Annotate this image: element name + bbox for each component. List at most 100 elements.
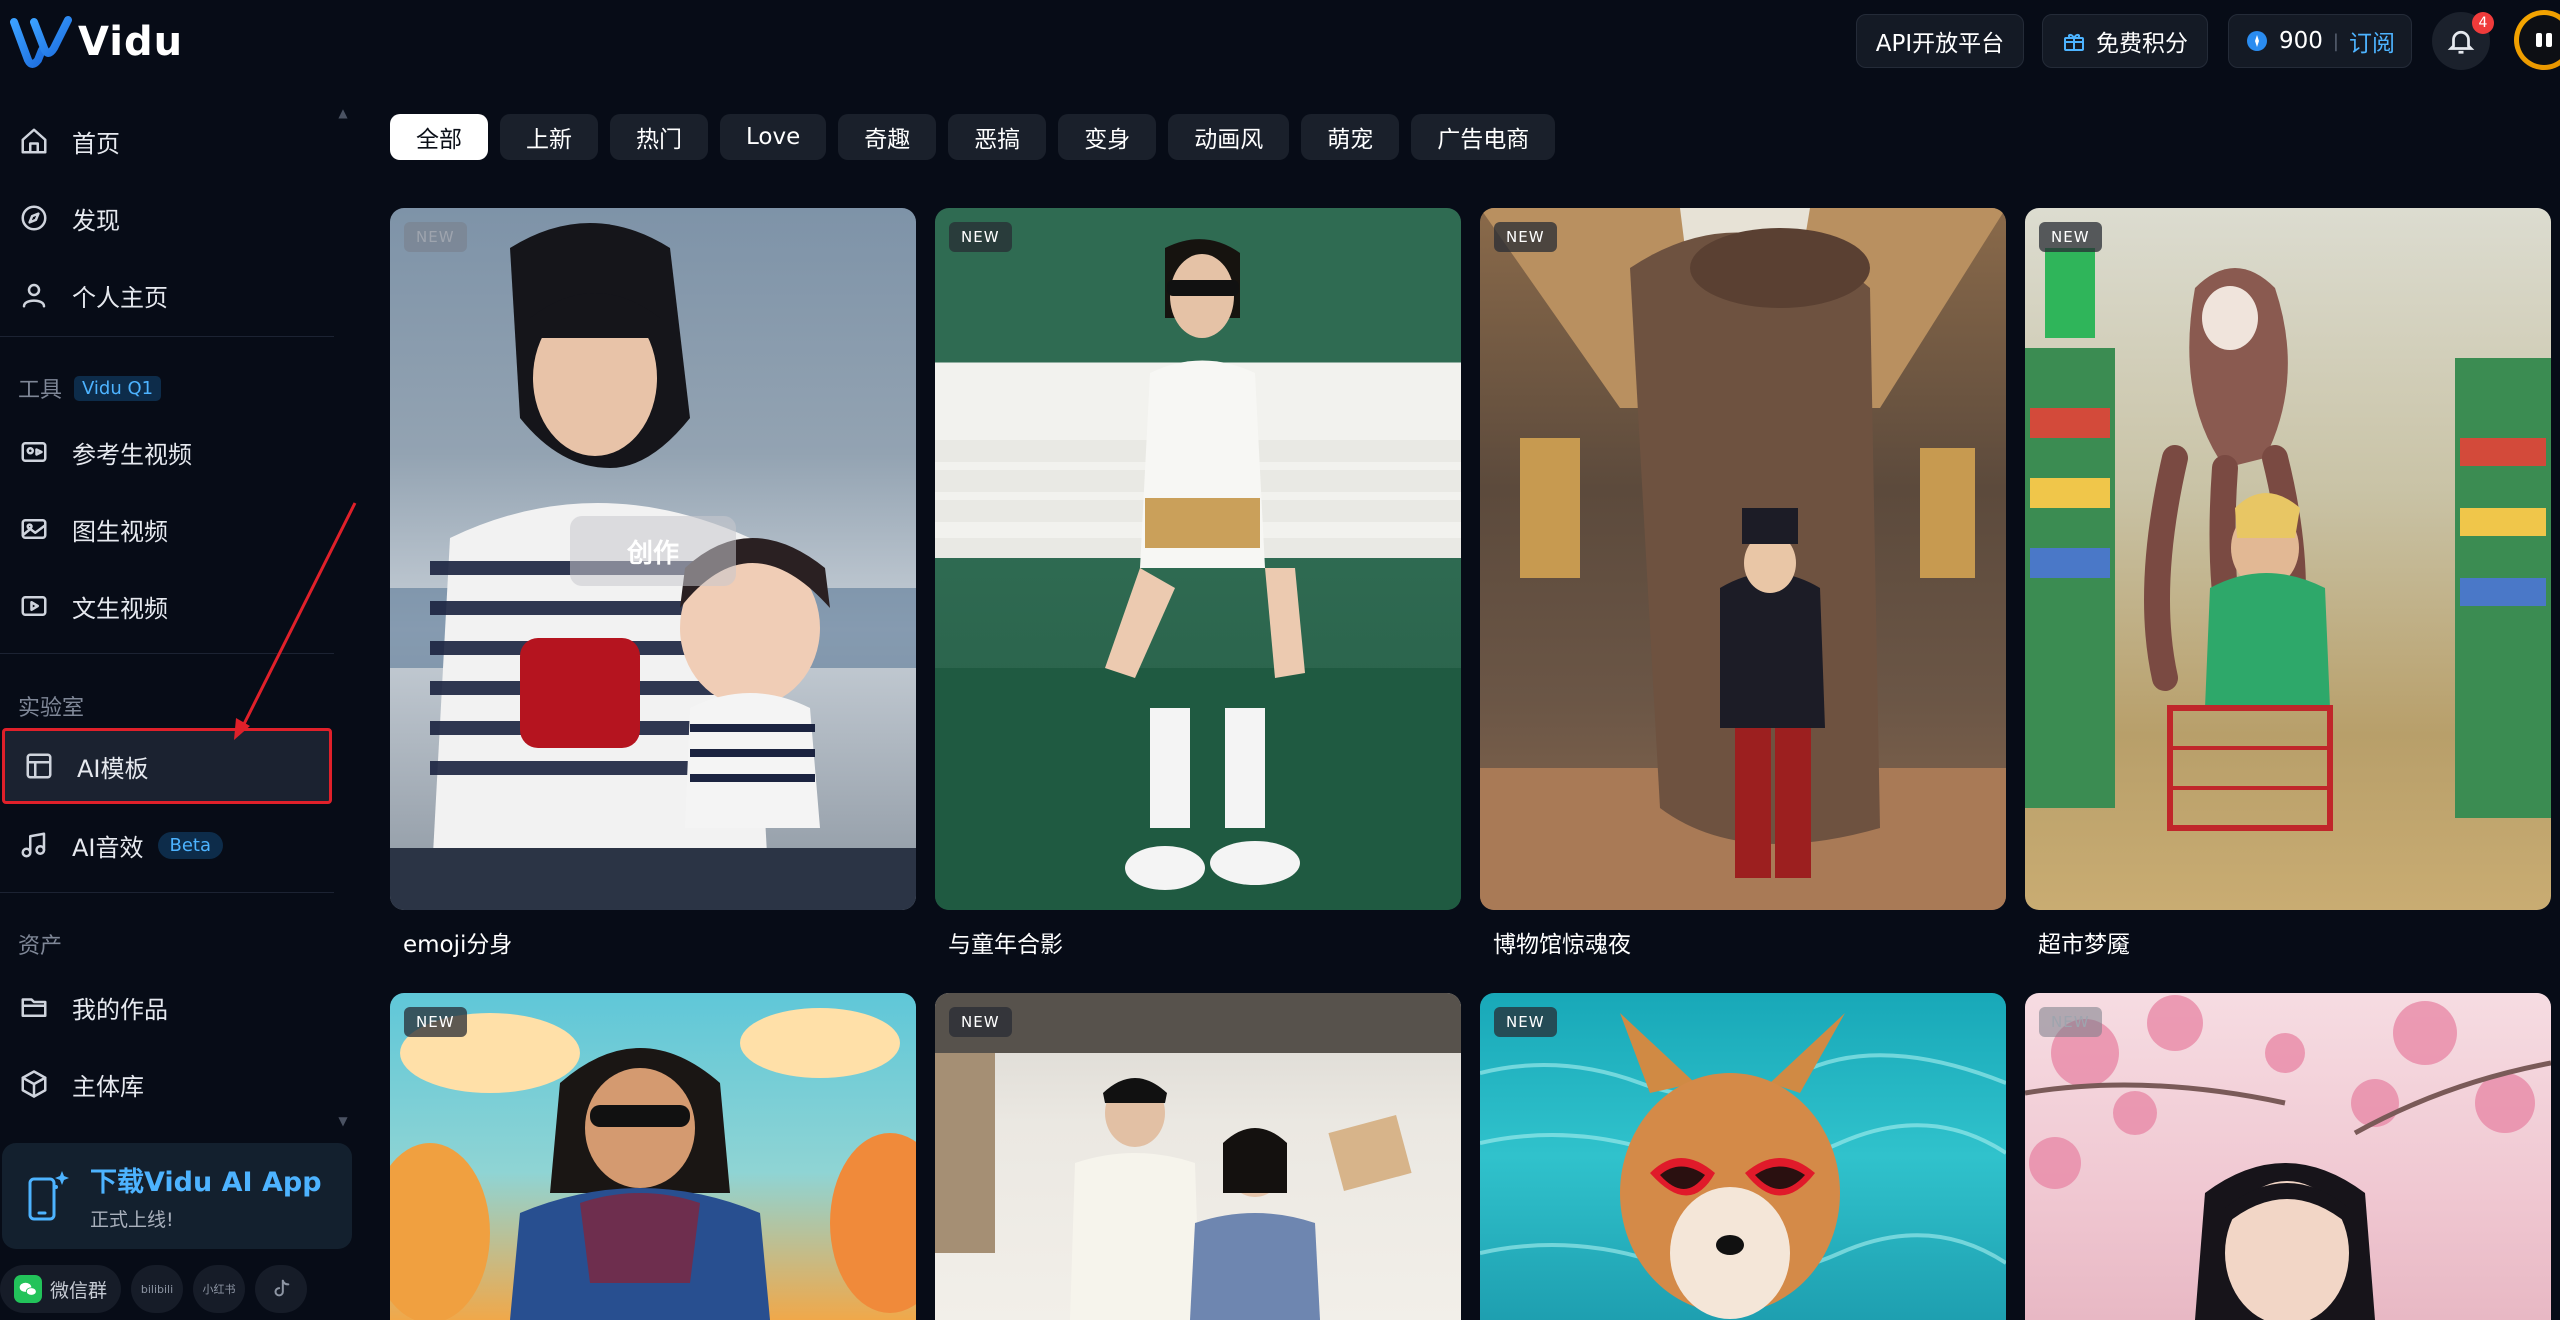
api-platform-button[interactable]: API开放平台 xyxy=(1856,14,2024,68)
template-title: 与童年合影 xyxy=(948,932,1063,958)
sidebar-item-reference-video[interactable]: 参考生视频 xyxy=(0,416,336,488)
user-icon xyxy=(18,279,50,311)
tab-anime[interactable]: 动画风 xyxy=(1168,114,1290,160)
api-platform-label: API开放平台 xyxy=(1875,31,2005,57)
brand-logo[interactable]: Vidu xyxy=(10,12,183,72)
divider xyxy=(0,892,334,893)
scroll-up-icon[interactable]: ▲ xyxy=(336,106,350,120)
app-promo-title: 下载Vidu AI App xyxy=(90,1167,322,1198)
sidebar-item-label: 主体库 xyxy=(72,1072,144,1101)
tiktok-icon xyxy=(274,1279,290,1297)
text-video-icon xyxy=(18,590,50,622)
template-title: 博物馆惊魂夜 xyxy=(1493,932,1631,958)
sidebar-item-label: 文生视频 xyxy=(72,594,168,623)
sidebar-item-profile[interactable]: 个人主页 xyxy=(0,259,336,331)
template-thumbnail xyxy=(1480,1013,2006,1319)
xiaohongshu-icon: 小红书 xyxy=(202,1283,236,1296)
new-badge: NEW xyxy=(949,222,1012,252)
template-title: emoji分身 xyxy=(403,932,513,958)
wechat-label: 微信群 xyxy=(50,1279,108,1302)
section-tools-label: 工具 xyxy=(18,378,63,403)
wechat-group-button[interactable]: 微信群 xyxy=(0,1265,122,1313)
template-card[interactable]: NEW xyxy=(2025,208,2551,910)
template-card[interactable]: NEW xyxy=(2025,993,2551,1320)
tab-ads-ecommerce[interactable]: 广告电商 xyxy=(1411,114,1556,160)
section-tools: 工具 Vidu Q1 xyxy=(18,372,162,404)
xiaohongshu-button[interactable]: 小红书 xyxy=(193,1265,246,1313)
credits-count: 900 xyxy=(2279,28,2323,54)
section-lab: 实验室 xyxy=(18,690,84,722)
model-badge: Vidu Q1 xyxy=(74,375,162,401)
sidebar-item-ai-sound[interactable]: AI音效 Beta xyxy=(0,809,336,881)
create-button[interactable]: 创作 xyxy=(570,516,736,586)
template-card[interactable]: NEW xyxy=(935,993,1461,1320)
tab-love[interactable]: Love xyxy=(720,114,827,160)
annotation-arrow xyxy=(234,502,357,740)
template-card[interactable]: NEW 创作 xyxy=(390,208,916,910)
tab-new[interactable]: 上新 xyxy=(500,114,598,160)
tab-transform[interactable]: 变身 xyxy=(1058,114,1157,160)
gift-icon xyxy=(2064,34,2084,51)
tab-prank[interactable]: 恶搞 xyxy=(948,114,1047,160)
reference-video-icon xyxy=(18,436,50,468)
sidebar-item-subject-library[interactable]: 主体库 xyxy=(0,1048,336,1120)
brand-name: Vidu xyxy=(78,19,184,65)
bilibili-button[interactable]: bilibili xyxy=(131,1265,184,1313)
compass-icon xyxy=(18,202,50,234)
sidebar-item-discover[interactable]: 发现 xyxy=(0,182,336,254)
user-avatar[interactable] xyxy=(2514,10,2560,70)
sidebar-item-label: 参考生视频 xyxy=(72,440,192,469)
template-thumbnail xyxy=(2025,248,2551,831)
beta-badge: Beta xyxy=(157,831,224,859)
sidebar-item-label: 发现 xyxy=(72,206,120,235)
new-badge: NEW xyxy=(404,1007,467,1037)
sidebar-item-label: 图生视频 xyxy=(72,517,168,546)
sidebar: Vidu ▲ 首页 发现 个人主页 工具 Vidu Q1 参考生视频 图生视频 … xyxy=(0,0,357,1320)
separator: | xyxy=(2332,30,2339,52)
social-links: 微信群 bilibili 小红书 xyxy=(0,1264,308,1314)
template-card[interactable]: NEW xyxy=(935,208,1461,910)
section-assets-label: 资产 xyxy=(18,934,63,959)
credits-subscribe-button[interactable]: 900 | 订阅 xyxy=(2228,14,2412,68)
sidebar-item-label: 我的作品 xyxy=(72,995,168,1024)
template-card[interactable]: NEW xyxy=(1480,993,2006,1320)
phone-icon xyxy=(28,1171,69,1221)
tiktok-button[interactable] xyxy=(255,1265,308,1313)
tab-hot[interactable]: 热门 xyxy=(610,114,708,160)
sidebar-item-my-works[interactable]: 我的作品 xyxy=(0,971,336,1043)
image-video-icon xyxy=(18,513,50,545)
new-badge: NEW xyxy=(949,1007,1012,1037)
subscribe-label[interactable]: 订阅 xyxy=(2349,24,2395,58)
new-badge: NEW xyxy=(1494,1007,1557,1037)
notification-count-badge: 4 xyxy=(2472,12,2494,34)
app-promo-text: 下载Vidu AI App 正式上线! xyxy=(90,1160,322,1232)
sidebar-item-label: AI模板 xyxy=(77,754,149,783)
bell-icon xyxy=(2447,30,2475,54)
free-credits-label: 免费积分 xyxy=(2096,31,2188,57)
music-icon xyxy=(18,829,50,861)
tab-pets[interactable]: 萌宠 xyxy=(1301,114,1400,160)
app-promo-subtitle: 正式上线! xyxy=(90,1209,174,1231)
free-credits-button[interactable]: 免费积分 xyxy=(2042,14,2208,68)
new-badge: NEW xyxy=(2039,1007,2102,1037)
cube-icon xyxy=(18,1068,50,1100)
tab-fun[interactable]: 奇趣 xyxy=(838,114,937,160)
new-badge: NEW xyxy=(1494,222,1557,252)
sidebar-item-label: 首页 xyxy=(72,129,120,158)
template-card[interactable]: NEW xyxy=(390,993,916,1320)
template-icon xyxy=(23,750,55,782)
template-card[interactable]: NEW xyxy=(1480,208,2006,910)
bilibili-icon: bilibili xyxy=(140,1282,174,1296)
section-assets: 资产 xyxy=(18,928,62,960)
section-lab-label: 实验室 xyxy=(18,696,85,721)
home-icon xyxy=(18,125,50,157)
tab-all[interactable]: 全部 xyxy=(390,114,488,160)
wechat-icon xyxy=(14,1275,42,1303)
template-thumbnail xyxy=(935,239,1461,910)
sidebar-item-home[interactable]: 首页 xyxy=(0,105,336,177)
template-title: 超市梦魇 xyxy=(2038,932,2130,958)
download-app-card[interactable]: 下载Vidu AI App 正式上线! xyxy=(2,1143,352,1249)
template-thumbnail xyxy=(935,993,1461,1320)
category-tabs: 全部 上新 热门 Love 奇趣 恶搞 变身 动画风 萌宠 广告电商 xyxy=(390,114,1556,162)
scroll-down-icon[interactable]: ▼ xyxy=(336,1114,350,1128)
